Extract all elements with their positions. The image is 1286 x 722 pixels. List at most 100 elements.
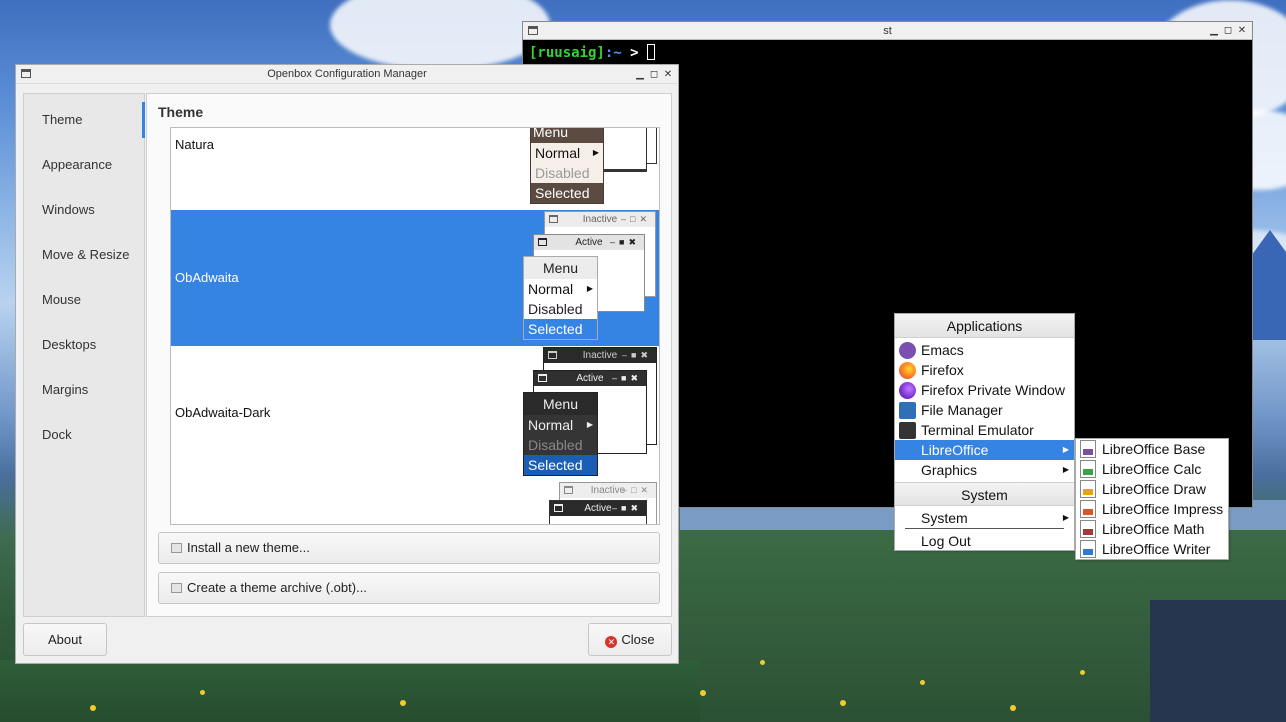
preview-menu-normal: Normal ▶	[528, 281, 593, 297]
save-icon	[171, 583, 182, 593]
menu-item-system[interactable]: System ▶	[895, 508, 1074, 528]
preview-menu-title: Menu	[531, 128, 603, 143]
flower	[1010, 705, 1016, 711]
preview-inactive-titlebar: Inactive ‒■✖	[544, 348, 656, 363]
preview-inactive-titlebar: Inactive ‒□✕	[545, 212, 655, 227]
preview-inactive-titlebar: Inactive ‒□✕	[560, 483, 656, 498]
root-menu[interactable]: Applications Emacs Firefox Firefox Priva…	[894, 313, 1075, 551]
menu-item-logout[interactable]: Log Out	[895, 530, 1074, 552]
window-menu-icon[interactable]	[21, 69, 31, 78]
maximize-icon[interactable]: ◻	[649, 65, 659, 84]
about-button[interactable]: About	[23, 623, 107, 656]
terminal-prompt[interactable]: [ruusaig]:~ >	[523, 40, 1252, 65]
flower	[840, 700, 846, 706]
theme-row-obadwaita-dark[interactable]: ObAdwaita-Dark Inactive ‒■✖ Active ‒■✖ Men…	[171, 346, 659, 524]
prompt-user: [ruusaig]	[529, 45, 605, 61]
menu-item-firefox-private[interactable]: Firefox Private Window	[895, 380, 1074, 400]
sidebar-item-appearance[interactable]: Appearance	[24, 139, 144, 184]
menu-item-lo-writer[interactable]: LibreOffice Writer	[1076, 539, 1228, 559]
close-icon[interactable]: ✕	[663, 65, 673, 84]
sidebar-item-mouse[interactable]: Mouse	[24, 274, 144, 319]
chevron-right-icon: ▶	[1062, 445, 1069, 454]
terminal-icon	[899, 422, 916, 439]
preview-menu: Menu Normal ▶ Disabled Selected	[523, 256, 598, 340]
prompt-symbol: >	[621, 45, 648, 61]
page-title: Theme	[158, 104, 204, 120]
menu-header-applications: Applications	[895, 314, 1074, 338]
terminal-titlebar[interactable]: st ▁ ◻ ✕	[523, 22, 1252, 40]
theme-row-natura[interactable]: Natura Menu Normal ▶ Disabled Selected	[171, 128, 659, 210]
libreoffice-writer-icon	[1080, 540, 1096, 558]
preview-menu: Menu Normal ▶ Disabled Selected	[523, 392, 598, 476]
menu-item-libreoffice[interactable]: LibreOffice ▶	[895, 440, 1074, 460]
preview-menu-normal: Normal ▶	[528, 417, 593, 433]
preview-active-window: Active ‒■✖	[549, 500, 647, 524]
preview-active-titlebar: Active ‒■✖	[550, 501, 646, 516]
terminal-title: st	[883, 25, 892, 37]
libreoffice-impress-icon	[1080, 500, 1096, 518]
sidebar-item-desktops[interactable]: Desktops	[24, 319, 144, 364]
flower	[700, 690, 706, 696]
preview-menu-disabled: Disabled	[528, 437, 583, 453]
libreoffice-math-icon	[1080, 520, 1096, 538]
file-manager-icon	[899, 402, 916, 419]
menu-item-file-manager[interactable]: File Manager	[895, 400, 1074, 420]
preview-menu-selected: Selected	[524, 319, 597, 339]
minimize-icon[interactable]: ▁	[635, 65, 645, 84]
maximize-icon[interactable]: ◻	[1223, 22, 1233, 40]
preview-menu-selected: Selected	[524, 455, 597, 475]
theme-list[interactable]: Natura Menu Normal ▶ Disabled Selected Ob…	[170, 127, 660, 525]
menu-item-graphics[interactable]: Graphics ▶	[895, 460, 1074, 480]
theme-name: ObAdwaita	[175, 270, 239, 285]
prompt-path: :~	[604, 45, 622, 61]
menu-item-emacs[interactable]: Emacs	[895, 340, 1074, 360]
window-menu-icon[interactable]	[528, 26, 538, 35]
menu-item-terminal[interactable]: Terminal Emulator	[895, 420, 1074, 440]
preview-menu-title: Menu	[524, 257, 597, 279]
menu-item-lo-impress[interactable]: LibreOffice Impress	[1076, 499, 1228, 519]
libreoffice-submenu[interactable]: LibreOffice Base LibreOffice Calc LibreO…	[1075, 438, 1229, 560]
preview-menu-selected: Selected	[531, 183, 603, 203]
menu-item-firefox[interactable]: Firefox	[895, 360, 1074, 380]
flower	[400, 700, 406, 706]
libreoffice-draw-icon	[1080, 480, 1096, 498]
config-title: Openbox Configuration Manager	[267, 68, 427, 80]
firefox-icon	[899, 362, 916, 379]
emacs-icon	[899, 342, 916, 359]
sidebar-item-windows[interactable]: Windows	[24, 184, 144, 229]
menu-item-lo-draw[interactable]: LibreOffice Draw	[1076, 479, 1228, 499]
close-button[interactable]: ✕ Close	[588, 623, 672, 656]
theme-name: Natura	[175, 137, 215, 152]
chevron-right-icon: ▶	[1062, 513, 1069, 522]
sidebar-item-move-resize[interactable]: Move & Resize	[24, 229, 144, 274]
menu-item-lo-base[interactable]: LibreOffice Base	[1076, 439, 1228, 459]
flower	[1080, 670, 1085, 675]
openbox-config-window[interactable]: Openbox Configuration Manager ▁ ◻ ✕ Them…	[15, 64, 679, 664]
menu-item-lo-calc[interactable]: LibreOffice Calc	[1076, 459, 1228, 479]
install-theme-button[interactable]: Install a new theme...	[158, 532, 660, 564]
meadow	[0, 660, 700, 722]
theme-row-obadwaita[interactable]: ObAdwaita Inactive ‒□✕ Active ‒■✖ Menu Nor…	[171, 210, 659, 346]
flower	[920, 680, 925, 685]
theme-name: ObAdwaita-Dark	[175, 405, 271, 420]
chevron-right-icon: ▶	[1062, 465, 1069, 474]
sidebar-item-margins[interactable]: Margins	[24, 364, 144, 409]
firefox-private-icon	[899, 382, 916, 399]
create-archive-button[interactable]: Create a theme archive (.obt)...	[158, 572, 660, 604]
preview-menu-disabled: Disabled	[535, 165, 590, 181]
flower	[90, 705, 96, 711]
libreoffice-base-icon	[1080, 440, 1096, 458]
sidebar-item-theme[interactable]: Theme	[24, 94, 145, 139]
config-titlebar[interactable]: Openbox Configuration Manager ▁ ◻ ✕	[16, 65, 678, 84]
theme-panel: Theme Natura Menu Normal ▶ Disabled Selec…	[146, 93, 672, 617]
minimize-icon[interactable]: ▁	[1209, 22, 1219, 40]
preview-menu-normal: Normal ▶	[535, 145, 599, 161]
preview-active-titlebar: Active ‒■✖	[534, 235, 644, 250]
flower	[760, 660, 765, 665]
sidebar-item-dock[interactable]: Dock	[24, 409, 144, 454]
menu-item-lo-math[interactable]: LibreOffice Math	[1076, 519, 1228, 539]
preview-menu-disabled: Disabled	[528, 301, 583, 317]
close-icon: ✕	[605, 636, 618, 648]
preview-menu: Menu Normal ▶ Disabled Selected	[530, 128, 604, 204]
close-icon[interactable]: ✕	[1237, 22, 1247, 40]
